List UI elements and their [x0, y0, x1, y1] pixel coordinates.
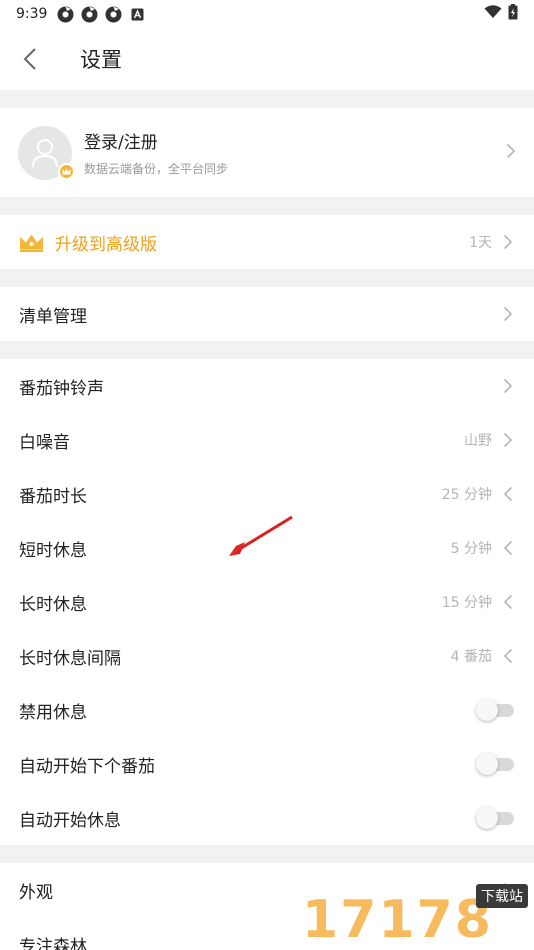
upgrade-label: 升级到高级版: [55, 234, 157, 255]
list-management-section: 清单管理: [0, 287, 534, 341]
setting-row-auto-start-next: 自动开始下个番茄: [0, 737, 534, 791]
site-watermark: 17178 下载站: [302, 884, 534, 950]
status-time: 9:39: [16, 6, 48, 22]
watermark-tag: 下载站: [476, 884, 528, 908]
chevron-right-icon: [502, 378, 514, 394]
crown-icon: [19, 232, 45, 252]
app-header: 设置: [0, 28, 534, 90]
setting-label: 番茄时长: [19, 486, 87, 507]
notification-app-icon: [57, 6, 74, 23]
chevron-left-icon: [23, 48, 36, 70]
chevron-left-icon: [502, 540, 514, 556]
chevron-right-icon: [502, 306, 514, 322]
setting-label: 长时休息: [19, 594, 87, 615]
setting-label: 番茄钟铃声: [19, 378, 104, 399]
setting-label: 自动开始休息: [19, 810, 121, 831]
setting-row-disable-break: 禁用休息: [0, 683, 534, 737]
setting-label: 自动开始下个番茄: [19, 756, 155, 777]
sync-description: 数据云端备份，全平台同步: [84, 162, 229, 176]
upgrade-section: 升级到高级版 1天: [0, 215, 534, 269]
list-management-row[interactable]: 清单管理: [0, 287, 534, 341]
setting-value: 25 分钟: [441, 487, 492, 503]
setting-value: 15 分钟: [441, 595, 492, 611]
auto-start-next-toggle[interactable]: [476, 753, 514, 775]
auto-start-break-toggle[interactable]: [476, 807, 514, 829]
setting-row-long-break-interval[interactable]: 长时休息间隔 4 番茄: [0, 629, 534, 683]
chevron-right-icon: [502, 234, 514, 250]
user-icon: [32, 138, 58, 167]
upgrade-premium-row[interactable]: 升级到高级版 1天: [0, 215, 534, 269]
setting-label: 短时休息: [19, 540, 87, 561]
setting-row-long-break[interactable]: 长时休息 15 分钟: [0, 575, 534, 629]
setting-value: 山野: [464, 433, 492, 449]
disable-break-toggle[interactable]: [476, 699, 514, 721]
wifi-icon: [484, 5, 502, 23]
list-management-label: 清单管理: [19, 306, 87, 327]
chevron-left-icon: [502, 648, 514, 664]
upgrade-value: 1天: [469, 235, 492, 251]
back-button[interactable]: [0, 28, 60, 90]
page-title: 设置: [80, 48, 122, 72]
login-register-label: 登录/注册: [84, 133, 158, 153]
notification-app-icon: [81, 6, 98, 23]
app-badge-icon: [129, 6, 146, 23]
status-bar: 9:39: [0, 0, 534, 28]
profile-section: 登录/注册 数据云端备份，全平台同步: [0, 108, 534, 197]
chevron-left-icon: [502, 486, 514, 502]
notification-app-icon: [105, 6, 122, 23]
timer-settings-section: 番茄钟铃声 白噪音 山野 番茄时长 25 分钟 短时休息 5 分钟 长时休息 1…: [0, 359, 534, 845]
setting-label: 长时休息间隔: [19, 648, 121, 669]
setting-row-white-noise[interactable]: 白噪音 山野: [0, 413, 534, 467]
setting-row-ringtone[interactable]: 番茄钟铃声: [0, 359, 534, 413]
avatar: [18, 125, 75, 180]
setting-label: 禁用休息: [19, 702, 87, 723]
premium-badge-icon: [58, 162, 75, 180]
setting-row-pomodoro-duration[interactable]: 番茄时长 25 分钟: [0, 467, 534, 521]
watermark-digits: 17178: [302, 890, 493, 950]
login-register-row[interactable]: 登录/注册 数据云端备份，全平台同步: [0, 108, 534, 197]
setting-row-short-break[interactable]: 短时休息 5 分钟: [0, 521, 534, 575]
status-right: [484, 4, 518, 24]
chevron-left-icon: [502, 594, 514, 610]
battery-icon: [508, 4, 518, 24]
chevron-right-icon: [502, 432, 514, 448]
setting-value: 4 番茄: [450, 649, 492, 665]
setting-label: 白噪音: [19, 432, 70, 453]
chevron-right-icon: [506, 143, 516, 163]
setting-value: 5 分钟: [450, 541, 492, 557]
setting-row-auto-start-break: 自动开始休息: [0, 791, 534, 845]
